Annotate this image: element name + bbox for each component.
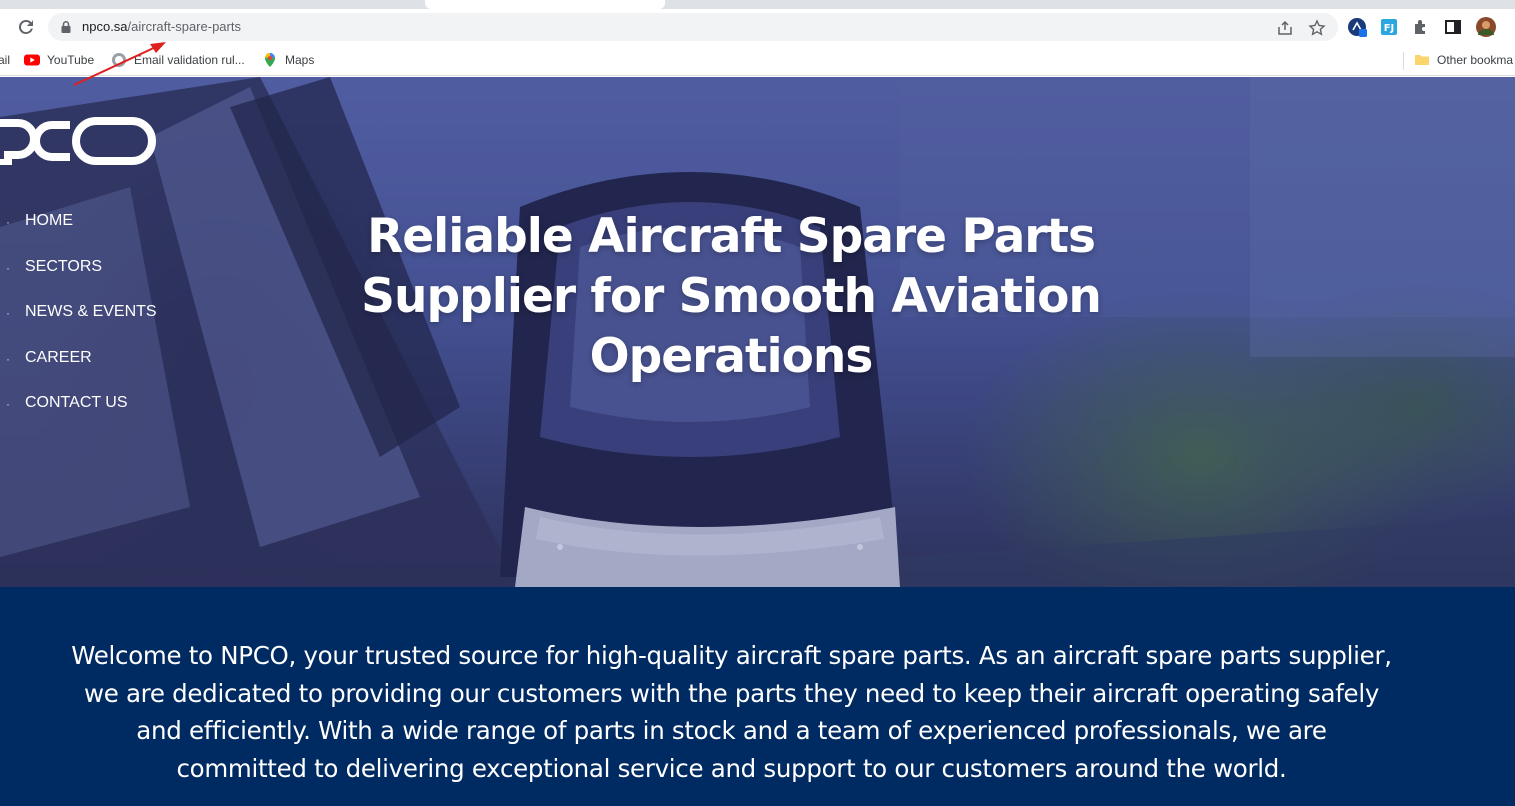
reload-icon[interactable]: [14, 15, 38, 39]
nav-item-home[interactable]: · HOME: [0, 211, 157, 257]
hero-title-line: Operations: [589, 329, 874, 384]
intro-paragraph: Welcome to NPCO, your trusted source for…: [71, 641, 1392, 784]
hero-title-line: Reliable Aircraft Spare Parts: [367, 209, 1096, 264]
side-panel-icon[interactable]: [1442, 16, 1464, 38]
nav-label: HOME: [25, 212, 73, 229]
bookmark-label: ail: [0, 53, 11, 67]
bullet-icon: ·: [6, 397, 10, 411]
site-icon: [112, 53, 126, 67]
bookmark-label: Email validation rul...: [134, 53, 245, 67]
url-text[interactable]: npco.sa/aircraft-spare-parts: [82, 19, 241, 34]
other-bookmarks-label: Other bookma: [1437, 53, 1514, 67]
browser-toolbar: npco.sa/aircraft-spare-parts FJ: [0, 9, 1515, 45]
extension-2-icon[interactable]: FJ: [1378, 16, 1400, 38]
bullet-icon: ·: [6, 215, 10, 229]
bookmark-label: Maps: [285, 53, 315, 67]
nav-label: NEWS & EVENTS: [25, 303, 157, 320]
bookmark-youtube[interactable]: YouTube: [24, 51, 94, 69]
bullet-icon: ·: [6, 260, 10, 275]
bookmark-label: YouTube: [47, 53, 95, 67]
extension-1-icon[interactable]: [1346, 16, 1368, 38]
hero-title: Reliable Aircraft Spare Parts Supplier f…: [340, 207, 1122, 387]
npco-logo[interactable]: [0, 115, 160, 165]
main-nav: · HOME · SECTORS · NEWS & EVENTS · CAREER · C…: [0, 211, 157, 439]
nav-item-news-events[interactable]: · NEWS & EVENTS: [0, 302, 157, 348]
nav-label: SECTORS: [25, 257, 103, 275]
bookmarks-divider: [1403, 52, 1404, 70]
youtube-icon: [24, 54, 40, 66]
hero-banner: · HOME · SECTORS · NEWS & EVENTS · CAREER · C…: [0, 77, 1515, 587]
tab-strip: [0, 0, 1515, 9]
bookmark-email-validation[interactable]: Email validation rul...: [111, 51, 245, 69]
maps-icon: [265, 53, 275, 67]
extensions-puzzle-icon[interactable]: [1410, 16, 1432, 38]
svg-text:FJ: FJ: [1384, 23, 1395, 34]
bullet-icon: ·: [6, 306, 10, 320]
hero-title-line: Supplier for Smooth Aviation: [361, 269, 1102, 324]
profile-avatar-icon[interactable]: [1475, 16, 1497, 38]
nav-item-career[interactable]: · CAREER: [0, 348, 157, 394]
bookmark-star-icon[interactable]: [1308, 19, 1326, 37]
share-icon[interactable]: [1276, 19, 1294, 37]
active-tab[interactable]: [425, 0, 665, 9]
folder-icon: [1415, 55, 1429, 65]
other-bookmarks[interactable]: Other bookma: [1414, 51, 1513, 69]
bookmark-mail[interactable]: ail: [0, 51, 10, 69]
nav-item-contact-us[interactable]: · CONTACT US: [0, 393, 157, 439]
bookmarks-bar: ail YouTube Email validation rul... Maps…: [0, 45, 1515, 76]
nav-label: CAREER: [25, 348, 92, 366]
nav-label: CONTACT US: [25, 394, 128, 411]
nav-item-sectors[interactable]: · SECTORS: [0, 257, 157, 303]
intro-section: Welcome to NPCO, your trusted source for…: [0, 587, 1515, 806]
address-bar[interactable]: npco.sa/aircraft-spare-parts: [48, 13, 1338, 41]
url-path: /aircraft-spare-parts: [127, 19, 241, 34]
lock-icon[interactable]: [59, 20, 73, 34]
url-domain: npco.sa: [82, 19, 128, 34]
bookmark-maps[interactable]: Maps: [262, 51, 314, 69]
bullet-icon: ·: [6, 351, 10, 366]
